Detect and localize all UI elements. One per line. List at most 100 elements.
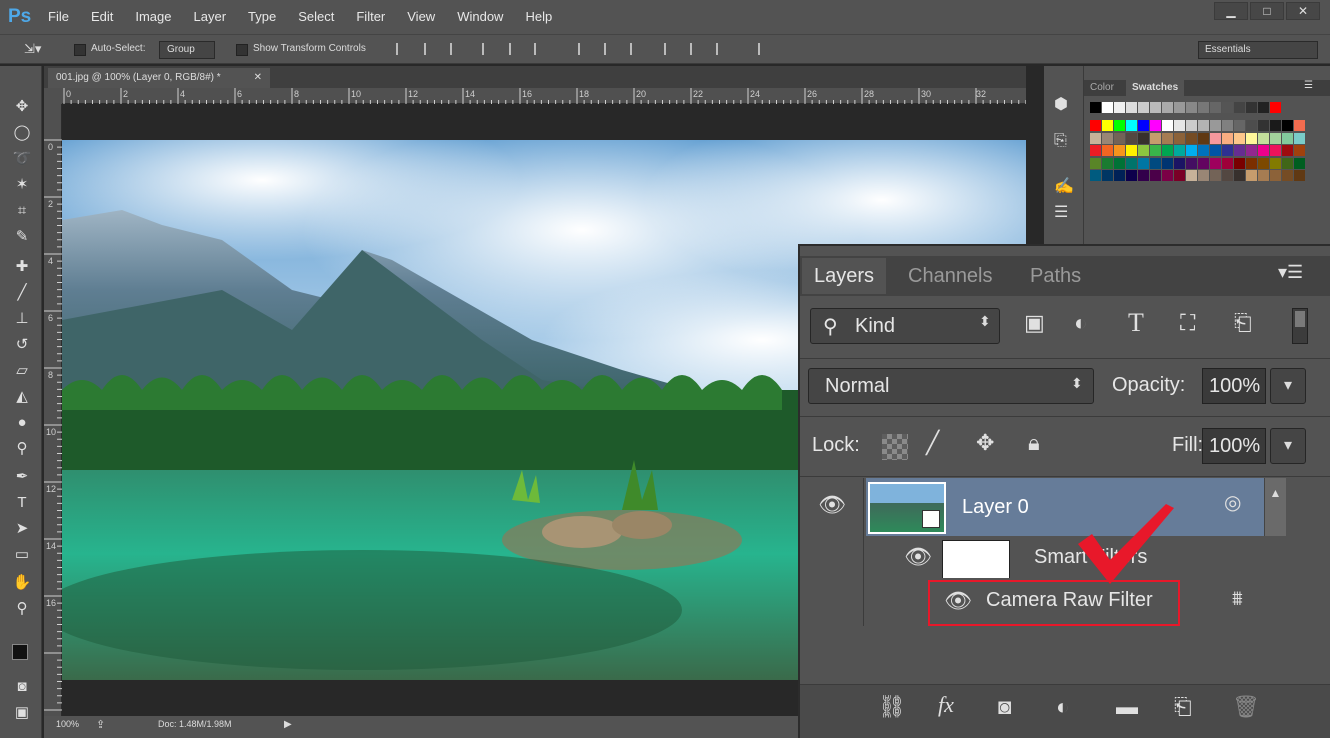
swatch[interactable] [1270, 145, 1281, 156]
swatch[interactable] [1234, 145, 1245, 156]
minimize-button[interactable]: ▁ [1214, 2, 1248, 20]
swatch[interactable] [1150, 170, 1161, 181]
swatch[interactable] [1246, 145, 1257, 156]
swatch[interactable] [1246, 120, 1257, 131]
smart-filter-effects-icon[interactable]: ◎ [1224, 490, 1241, 515]
swatch-grid[interactable] [1090, 102, 1310, 242]
swatch[interactable] [1258, 132, 1269, 144]
menu-edit[interactable]: Edit [81, 0, 125, 34]
swatch[interactable] [1282, 170, 1293, 181]
swatch[interactable] [1210, 132, 1221, 144]
swatch[interactable] [1138, 145, 1149, 156]
swatch[interactable] [1294, 145, 1305, 156]
swatch[interactable] [1270, 132, 1281, 144]
auto-select-dropdown[interactable]: Group [159, 41, 215, 59]
swatch[interactable] [1090, 120, 1101, 131]
swatch[interactable] [1258, 120, 1269, 131]
swatch[interactable] [1198, 120, 1209, 131]
status-menu-arrow-icon[interactable]: ▶ [284, 719, 292, 730]
swatch[interactable] [1246, 157, 1257, 169]
swatch[interactable] [1114, 170, 1125, 181]
swatch[interactable] [1102, 157, 1113, 169]
swatch[interactable] [1222, 157, 1233, 169]
swatch[interactable] [1102, 102, 1113, 113]
swatch[interactable] [1186, 132, 1197, 144]
smart-filters-eye-icon[interactable]: 👁︎ [904, 544, 932, 570]
swatch[interactable] [1090, 102, 1101, 113]
swatch[interactable] [1090, 145, 1101, 156]
swatch[interactable] [1090, 157, 1101, 169]
lock-transparent-icon[interactable] [882, 434, 908, 460]
adjust-sliders-icon[interactable]: ☰ [1054, 202, 1068, 222]
swatch[interactable] [1294, 157, 1305, 169]
swatch[interactable] [1138, 170, 1149, 181]
healing-brush-icon[interactable]: ✚ [10, 256, 34, 278]
swatch[interactable] [1174, 170, 1185, 181]
magic-wand-icon[interactable]: ✶ [10, 174, 34, 196]
swatch[interactable] [1198, 145, 1209, 156]
fill-dropdown-button[interactable]: ▾ [1270, 428, 1306, 464]
swatch[interactable] [1150, 145, 1161, 156]
fill-input[interactable]: 100% [1202, 428, 1266, 464]
swatch[interactable] [1282, 120, 1293, 131]
swatch[interactable] [1210, 102, 1221, 113]
distribute-vcenter-icon[interactable] [604, 43, 616, 55]
menu-select[interactable]: Select [288, 0, 346, 34]
swatch[interactable] [1294, 170, 1305, 181]
lock-move-icon[interactable]: ✥ [976, 430, 994, 456]
swatch[interactable] [1198, 132, 1209, 144]
swatch[interactable] [1198, 102, 1209, 113]
menu-help[interactable]: Help [515, 0, 564, 34]
swatch[interactable] [1222, 102, 1233, 113]
ruler-origin[interactable] [44, 88, 62, 104]
menu-view[interactable]: View [397, 0, 447, 34]
swatch[interactable] [1282, 157, 1293, 169]
close-button[interactable]: ✕ [1286, 2, 1320, 20]
tab-swatches[interactable]: Swatches [1126, 80, 1185, 96]
quick-mask-icon[interactable]: ◙ [10, 676, 34, 698]
align-bottom-icon[interactable] [450, 43, 462, 55]
dodge-tool-icon[interactable]: ⚲ [10, 438, 34, 460]
swatch[interactable] [1138, 120, 1149, 131]
paint-bucket-icon[interactable]: ◭ [10, 386, 34, 408]
swatch[interactable] [1186, 120, 1197, 131]
swatch[interactable] [1090, 132, 1101, 144]
swatch[interactable] [1090, 170, 1101, 181]
align-hcenter-icon[interactable] [509, 43, 521, 55]
swatch[interactable] [1222, 120, 1233, 131]
auto-align-icon[interactable] [758, 43, 770, 55]
blur-tool-icon[interactable]: ● [10, 412, 34, 434]
swatch[interactable] [1210, 145, 1221, 156]
maximize-button[interactable]: □ [1250, 2, 1284, 20]
layer-name[interactable]: Layer 0 [962, 496, 1029, 519]
filter-shape-icon[interactable]: ⛶ [1180, 310, 1195, 336]
screen-mode-icon[interactable]: ▣ [10, 702, 34, 724]
swatch[interactable] [1210, 170, 1221, 181]
tab-channels[interactable]: Channels [896, 258, 1005, 294]
properties-icon[interactable]: ⎘ [1054, 132, 1067, 150]
zoom-tool-icon[interactable]: ⚲ [10, 598, 34, 620]
swatch[interactable] [1114, 157, 1125, 169]
filter-type-icon[interactable]: T [1128, 308, 1144, 338]
close-tab-icon[interactable]: ✕ [254, 68, 262, 88]
align-right-icon[interactable] [534, 43, 546, 55]
swatch[interactable] [1102, 170, 1113, 181]
swatch[interactable] [1270, 170, 1281, 181]
swatch[interactable] [1150, 157, 1161, 169]
blend-mode-dropdown[interactable]: Normal ⬍ [808, 368, 1094, 404]
swatch[interactable] [1114, 102, 1125, 113]
new-group-icon[interactable]: ▬ [1116, 694, 1138, 720]
layers-panel-menu-icon[interactable]: ▾☰ [1278, 262, 1303, 283]
distribute-right-icon[interactable] [716, 43, 728, 55]
swatch[interactable] [1102, 132, 1113, 144]
swatch[interactable] [1246, 132, 1257, 144]
filter-adjustment-icon[interactable]: ◐ [1074, 310, 1087, 336]
eraser-tool-icon[interactable]: ▱ [10, 360, 34, 382]
swatch[interactable] [1198, 157, 1209, 169]
swatch[interactable] [1174, 120, 1185, 131]
filter-kind-dropdown[interactable]: ⚲ Kind ⬍ [810, 308, 1000, 344]
move-tool-preset-icon[interactable]: ⇲▾ [24, 41, 41, 57]
swatch[interactable] [1126, 145, 1137, 156]
delete-layer-icon[interactable]: 🗑︎ [1232, 694, 1260, 720]
swatch[interactable] [1258, 170, 1269, 181]
